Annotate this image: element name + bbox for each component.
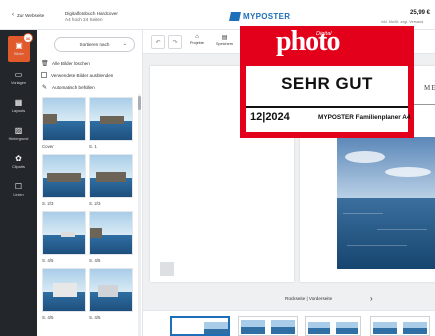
thumbnail-caption: Cover: [42, 144, 54, 149]
redo-icon: ↷: [172, 39, 178, 46]
layouts-icon: ▦: [14, 98, 23, 107]
filmstrip-page[interactable]: [305, 316, 361, 336]
filmstrip-page[interactable]: [370, 316, 430, 336]
thumbnail-caption: S. 2/3: [42, 201, 54, 206]
price-note: inkl. MwSt. zzgl. Versand: [381, 20, 424, 24]
thumbnail-caption: S. 4/5: [89, 258, 101, 263]
autofill-button[interactable]: ✎ Automatisch befüllen: [41, 84, 95, 91]
sort-dropdown[interactable]: Sortieren nach ⌄: [54, 37, 135, 52]
image-placeholder[interactable]: [160, 262, 174, 276]
image-thumbnail[interactable]: [89, 268, 133, 312]
trash-icon: 🗑: [41, 61, 49, 67]
badge-rating: SEHR GUT: [281, 74, 373, 93]
image-thumbnail[interactable]: [42, 211, 86, 255]
image-count-badge: 36: [23, 33, 33, 43]
rail-item-label: Vorlagen: [11, 81, 26, 85]
badge-digital: Digital: [316, 31, 332, 37]
chevron-left-icon: ‹: [12, 12, 14, 18]
checkbox-box: [41, 72, 47, 78]
cover-photo[interactable]: [337, 137, 435, 269]
price: 25,99 €: [410, 10, 431, 16]
badge-divider: [246, 106, 408, 108]
image-thumbnail[interactable]: [42, 97, 86, 141]
save-label: Speichern: [216, 42, 234, 46]
magic-wand-icon: ✎: [41, 85, 48, 91]
chevron-down-icon: ⌄: [122, 41, 127, 47]
sort-label: Sortieren nach: [79, 42, 110, 47]
templates-icon: ▭: [14, 70, 23, 79]
background-icon: ▨: [14, 126, 23, 135]
save-icon: ▤: [221, 35, 228, 41]
next-page-button[interactable]: ›: [370, 294, 373, 303]
projects-button[interactable]: ⌂ Projekte: [190, 34, 204, 45]
rail-item-label: Cliparts: [12, 165, 25, 169]
rail-item-templates[interactable]: ▭ Vorlagen: [0, 64, 37, 92]
page-label: Rückseite | Vorderseite: [285, 296, 333, 301]
badge-issue: 12|2024: [250, 111, 290, 123]
filmstrip-page[interactable]: [238, 316, 298, 336]
thumbnail-caption: S. 4/5: [42, 258, 54, 263]
rail-item-cliparts[interactable]: ✿ Cliparts: [0, 148, 37, 176]
logo-text: MYPOSTER: [243, 12, 291, 21]
rail-item-label: Hintergrund: [8, 137, 29, 141]
folder-icon: ⌂: [195, 34, 199, 40]
rail-item-label: Linien: [13, 193, 24, 197]
badge-product: MYPOSTER Familienplaner A4: [318, 114, 411, 121]
save-button[interactable]: ▤ Speichern: [216, 34, 233, 46]
hide-used-images-checkbox[interactable]: Verwendete Bilder ausblenden: [41, 72, 113, 78]
rail-item-background[interactable]: ▨ Hintergrund: [0, 120, 37, 148]
image-thumbnail[interactable]: [42, 268, 86, 312]
filmstrip-page[interactable]: [170, 316, 230, 336]
project-info[interactable]: Digitalfotobuch Hardcover A4 hoch 24 Sei…: [65, 11, 118, 23]
calendar-title[interactable]: MENT: [424, 84, 435, 92]
image-thumbnail[interactable]: [89, 154, 133, 198]
logo: MYPOSTER: [229, 12, 291, 21]
photobook-editor: ‹ Zur Webseite Digitalfotobuch Hardcover…: [0, 0, 435, 336]
panel-scroll-thumb[interactable]: [138, 96, 141, 110]
logo-mark-icon: [229, 12, 241, 21]
thumbnail-caption: S. 1: [89, 144, 97, 149]
undo-icon: ↶: [155, 39, 161, 46]
project-subtitle: A4 hoch 24 Seiten: [65, 17, 103, 22]
panel-scrollbar[interactable]: [138, 94, 141, 336]
thumbnail-caption: S. 4/5: [89, 315, 101, 320]
hide-used-label: Verwendete Bilder ausblenden: [51, 72, 114, 78]
rail-item-layouts[interactable]: ▦ Layouts: [0, 92, 37, 120]
undo-button[interactable]: ↶: [151, 35, 165, 49]
back-label: Zur Webseite: [17, 12, 45, 18]
rail-item-label: Layouts: [11, 109, 26, 113]
autofill-label: Automatisch befüllen: [52, 85, 95, 90]
thumbnail-caption: S. 2/3: [89, 201, 101, 206]
thumbnail-caption: S. 4/5: [42, 315, 54, 320]
delete-all-images-button[interactable]: 🗑 Alle Bilder löschen: [41, 60, 90, 67]
back-to-website-link[interactable]: ‹ Zur Webseite: [12, 12, 44, 18]
image-thumbnail[interactable]: [89, 97, 133, 141]
delete-all-label: Alle Bilder löschen: [52, 61, 90, 66]
projects-label: Projekte: [190, 41, 204, 45]
lines-icon: ☐: [14, 182, 23, 191]
tool-rail: ▣ Bilder ▭ Vorlagen ▦ Layouts ▨ Hintergr…: [0, 30, 37, 336]
rail-item-lines[interactable]: ☐ Linien: [0, 176, 37, 204]
image-icon: ▣: [15, 41, 23, 50]
redo-button[interactable]: ↷: [168, 35, 182, 49]
image-thumbnail[interactable]: [89, 211, 133, 255]
image-thumbnail[interactable]: [42, 154, 86, 198]
rail-item-label: Bilder: [14, 52, 24, 56]
cliparts-icon: ✿: [15, 154, 22, 163]
